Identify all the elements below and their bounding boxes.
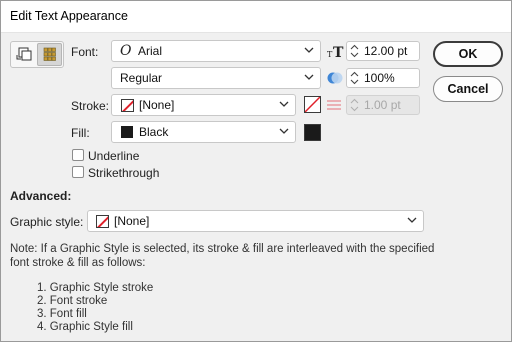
graphic-style-label: Graphic style:: [10, 215, 84, 229]
opacity-value: 100%: [364, 71, 395, 85]
fill-color-dropdown[interactable]: Black: [111, 121, 296, 143]
edit-text-appearance-dialog: Edit Text Appearance Font: O Arial T T 1…: [0, 0, 512, 342]
graphic-style-value: [None]: [114, 214, 150, 228]
note-line-2: font stroke & fill as follows:: [10, 257, 146, 269]
opacity-icon: [326, 70, 344, 86]
strikethrough-checkbox[interactable]: [72, 166, 84, 178]
font-size-field[interactable]: 12.00 pt: [346, 41, 420, 61]
list-item: 1. Graphic Style stroke: [37, 282, 154, 294]
opentype-font-icon: O: [120, 43, 132, 59]
stroke-color-value: [None]: [139, 98, 175, 112]
stroke-weight-field: 1.00 pt: [346, 95, 420, 115]
font-style-dropdown[interactable]: Regular: [111, 67, 321, 89]
window-title: Edit Text Appearance: [10, 9, 128, 23]
stroke-color-swatch-button[interactable]: [304, 96, 321, 113]
title-bar: Edit Text Appearance: [1, 1, 511, 33]
svg-text:T: T: [333, 45, 344, 60]
chevron-down-icon: [304, 47, 314, 53]
edit-layers-icon[interactable]: [13, 44, 36, 65]
chevron-down-icon: [279, 128, 289, 134]
chevron-down-icon: [304, 74, 314, 80]
stepper-arrows-icon[interactable]: [350, 44, 359, 58]
font-size-value: 12.00 pt: [364, 44, 408, 58]
font-size-icon: T T: [327, 42, 345, 61]
fill-label: Fill:: [71, 126, 90, 140]
stroke-weight-value: 1.00 pt: [364, 98, 401, 112]
font-family-dropdown[interactable]: O Arial: [111, 40, 321, 62]
grid-swatch-icon[interactable]: [37, 43, 62, 66]
font-family-value: Arial: [138, 44, 163, 58]
underline-label[interactable]: Underline: [88, 149, 139, 163]
strikethrough-label[interactable]: Strikethrough: [88, 166, 159, 180]
list-item: 3. Font fill: [37, 308, 87, 320]
stepper-arrows-icon: [350, 98, 359, 112]
chevron-down-icon: [279, 101, 289, 107]
note-line-1: Note: If a Graphic Style is selected, it…: [10, 243, 435, 255]
underline-checkbox[interactable]: [72, 149, 84, 161]
fill-color-value: Black: [139, 125, 169, 139]
stroke-label: Stroke:: [71, 99, 110, 113]
fill-color-swatch-button[interactable]: [304, 124, 321, 141]
list-item: 4. Graphic Style fill: [37, 321, 133, 333]
opacity-field[interactable]: 100%: [346, 68, 420, 88]
ok-button[interactable]: OK: [433, 41, 503, 67]
list-item: 2. Font stroke: [37, 295, 108, 307]
stroke-color-dropdown[interactable]: [None]: [111, 94, 296, 116]
none-swatch-icon: [121, 99, 134, 112]
font-style-value: Regular: [120, 71, 163, 85]
mode-toggle-group: [10, 41, 64, 68]
black-swatch-icon: [121, 126, 133, 138]
none-swatch-icon: [96, 215, 109, 228]
graphic-style-dropdown[interactable]: [None]: [87, 210, 424, 232]
font-label: Font:: [71, 45, 99, 59]
stroke-weight-icon: [326, 98, 342, 112]
cancel-button[interactable]: Cancel: [433, 76, 503, 102]
chevron-down-icon: [407, 217, 417, 223]
stepper-arrows-icon[interactable]: [350, 71, 359, 85]
advanced-heading: Advanced:: [10, 189, 72, 203]
